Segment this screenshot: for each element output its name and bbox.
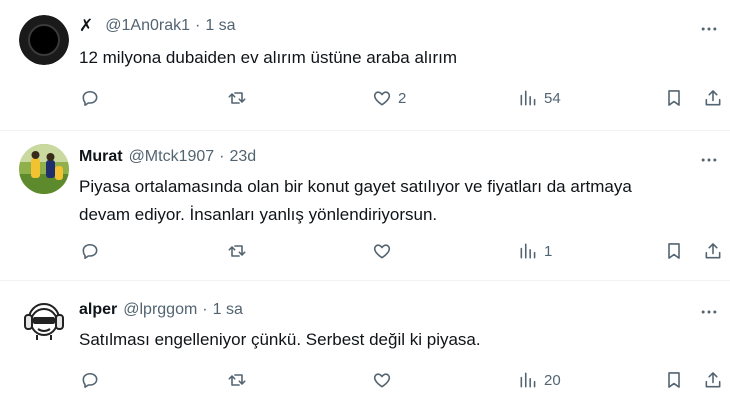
timestamp[interactable]: 23d bbox=[230, 148, 257, 166]
reply-icon bbox=[80, 370, 100, 390]
tweet-text: Satılması engelleniyor çünkü. Serbest de… bbox=[79, 330, 481, 349]
more-options-icon[interactable] bbox=[696, 18, 722, 40]
user-handle[interactable]: @lprggom bbox=[123, 301, 197, 319]
tweet-header: Murat @Mtck1907 · 23d bbox=[79, 146, 256, 168]
heart-icon bbox=[372, 241, 392, 261]
tweet-text: 12 milyona dubaiden ev alırım üstüne ara… bbox=[79, 48, 457, 67]
reply-tweet[interactable]: ✗ @1An0rak1 · 1 sa 12 milyona dubaiden e… bbox=[0, 0, 730, 131]
like-button[interactable] bbox=[372, 239, 392, 263]
tweet-text: Piyasa ortalamasında olan bir konut gaye… bbox=[79, 173, 709, 229]
more-options-icon[interactable] bbox=[696, 149, 722, 171]
reply-button[interactable] bbox=[80, 368, 100, 392]
timestamp[interactable]: 1 sa bbox=[205, 17, 235, 35]
display-name[interactable]: Murat bbox=[79, 148, 123, 166]
view-count: 20 bbox=[544, 371, 561, 389]
views-button[interactable]: 1 bbox=[518, 239, 552, 263]
separator-dot: · bbox=[194, 17, 201, 34]
like-count: 2 bbox=[398, 89, 407, 107]
views-button[interactable]: 54 bbox=[518, 86, 561, 110]
retweet-icon bbox=[227, 370, 247, 390]
avatar[interactable] bbox=[19, 295, 69, 345]
action-bar: 20 bbox=[0, 368, 730, 392]
share-button[interactable] bbox=[703, 86, 723, 110]
heart-icon bbox=[372, 370, 392, 390]
tweet-text-line: devam ediyor. İnsanları yanlış yönlendir… bbox=[79, 205, 438, 224]
retweet-button[interactable] bbox=[227, 86, 247, 110]
share-button[interactable] bbox=[703, 368, 723, 392]
views-icon bbox=[518, 241, 538, 261]
timestamp[interactable]: 1 sa bbox=[213, 301, 243, 319]
reply-tweet[interactable]: alper @lprggom · 1 sa Satılması engellen… bbox=[0, 281, 730, 420]
cartoon-headphones-avatar-image bbox=[19, 295, 69, 345]
bookmark-icon bbox=[664, 241, 684, 261]
reply-tweet[interactable]: Murat @Mtck1907 · 23d Piyasa ortalamasın… bbox=[0, 131, 730, 281]
share-icon bbox=[703, 241, 723, 261]
bookmark-icon bbox=[664, 370, 684, 390]
reply-button[interactable] bbox=[80, 86, 100, 110]
retweet-button[interactable] bbox=[227, 368, 247, 392]
separator-dot: · bbox=[219, 148, 225, 165]
retweet-icon bbox=[227, 88, 247, 108]
avatar[interactable] bbox=[19, 15, 69, 65]
like-button[interactable] bbox=[372, 368, 392, 392]
retweet-icon bbox=[227, 241, 247, 261]
action-bar: 1 bbox=[0, 239, 730, 263]
bookmark-button[interactable] bbox=[664, 239, 684, 263]
tweet-header: alper @lprggom · 1 sa bbox=[79, 299, 243, 321]
views-button[interactable]: 20 bbox=[518, 368, 561, 392]
share-icon bbox=[703, 370, 723, 390]
views-icon bbox=[518, 88, 538, 108]
avatar[interactable] bbox=[19, 144, 69, 194]
view-count: 1 bbox=[544, 242, 553, 260]
bookmark-button[interactable] bbox=[664, 368, 684, 392]
heart-icon bbox=[372, 88, 392, 108]
share-button[interactable] bbox=[703, 239, 723, 263]
x-icon: ✗ bbox=[79, 16, 94, 35]
bookmark-button[interactable] bbox=[664, 86, 684, 110]
action-bar: 2 54 bbox=[0, 86, 730, 110]
user-handle[interactable]: @Mtck1907 bbox=[129, 148, 215, 166]
bookmark-icon bbox=[664, 88, 684, 108]
views-icon bbox=[518, 370, 538, 390]
photo-avatar-image bbox=[19, 144, 69, 194]
reply-icon bbox=[80, 88, 100, 108]
tweet-text-line: Piyasa ortalamasında olan bir konut gaye… bbox=[79, 177, 632, 196]
user-handle[interactable]: @1An0rak1 bbox=[105, 17, 190, 35]
black-circle-avatar-image bbox=[19, 15, 69, 65]
like-button[interactable]: 2 bbox=[372, 86, 406, 110]
display-name[interactable]: alper bbox=[79, 301, 117, 319]
share-icon bbox=[703, 88, 723, 108]
retweet-button[interactable] bbox=[227, 239, 247, 263]
reply-icon bbox=[80, 241, 100, 261]
separator-dot: · bbox=[202, 301, 208, 318]
reply-button[interactable] bbox=[80, 239, 100, 263]
more-options-icon[interactable] bbox=[696, 301, 722, 323]
tweet-header: ✗ @1An0rak1 · 1 sa bbox=[79, 15, 236, 37]
view-count: 54 bbox=[544, 89, 561, 107]
